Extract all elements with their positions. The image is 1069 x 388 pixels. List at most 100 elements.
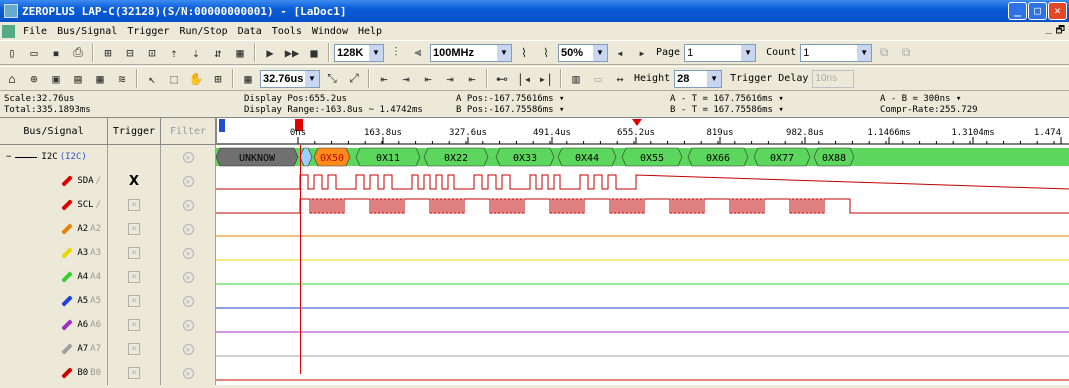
- waveform-area[interactable]: [216, 169, 1069, 193]
- chevron-down-icon[interactable]: ▼: [593, 44, 607, 61]
- mdi-restore-button[interactable]: 🗗: [1056, 23, 1065, 40]
- trigger-cell[interactable]: ✕: [108, 289, 161, 313]
- filter-cell[interactable]: ✕: [161, 289, 216, 313]
- waveform-area[interactable]: [216, 337, 1069, 361]
- trigger-edge-icon[interactable]: ⇡: [164, 43, 184, 63]
- waveform-area[interactable]: [216, 193, 1069, 217]
- menu-help[interactable]: Help: [353, 26, 387, 37]
- table-icon[interactable]: ▤: [68, 69, 88, 89]
- menu-file[interactable]: File: [18, 26, 52, 37]
- b-t-readout[interactable]: B - T = 167.75586ms ▾: [670, 105, 784, 115]
- menu-window[interactable]: Window: [307, 26, 353, 37]
- signal-name-cell[interactable]: A6 A6: [0, 313, 108, 337]
- b-pos-readout[interactable]: B Pos:-167.75586ms ▾: [456, 105, 564, 115]
- signal-name-cell[interactable]: SDA /: [0, 169, 108, 193]
- trigger-level-icon[interactable]: ⇣: [186, 43, 206, 63]
- mdi-minimize-button[interactable]: _: [1046, 23, 1052, 40]
- stop-icon[interactable]: ■: [304, 43, 324, 63]
- signal-row[interactable]: SDA / X ✕: [0, 169, 1069, 193]
- filter-cell[interactable]: ✕: [161, 217, 216, 241]
- print-icon[interactable]: ⎙: [68, 43, 88, 63]
- memory-depth-select[interactable]: 128K ▼: [334, 43, 384, 62]
- height-select[interactable]: 28 ▼: [674, 69, 723, 88]
- grid-icon[interactable]: ▦: [90, 69, 110, 89]
- threshold-icon[interactable]: ⫶: [386, 43, 406, 63]
- signal-row[interactable]: A6 A6 ✕ ✕: [0, 313, 1069, 337]
- cursor-c-icon[interactable]: ⇤: [418, 69, 438, 89]
- cursor-d-icon[interactable]: ⇥: [440, 69, 460, 89]
- zoom-icon[interactable]: ⊕: [24, 69, 44, 89]
- run-repeat-icon[interactable]: ▶▶: [282, 43, 302, 63]
- signal-row[interactable]: − I2C (I2C) ✕ UNKNOW 0X50 0X11 0X22 0X33 0X44 0X55…: [0, 145, 1069, 169]
- chevron-down-icon[interactable]: ▼: [497, 44, 511, 61]
- trigger-cell[interactable]: ✕: [108, 337, 161, 361]
- trigger-cell[interactable]: X: [108, 169, 161, 193]
- trigger-cell[interactable]: ✕: [108, 217, 161, 241]
- a-pos-readout[interactable]: A Pos:-167.75616ms ▾: [456, 94, 564, 104]
- chevron-down-icon[interactable]: ▼: [369, 44, 383, 61]
- search-next-icon[interactable]: ▸|: [536, 69, 556, 89]
- signal-row[interactable]: B0 B0 ✕ ✕: [0, 361, 1069, 385]
- filter-cell[interactable]: ✕: [161, 169, 216, 193]
- filter-cell[interactable]: ✕: [161, 145, 216, 169]
- page-prev-icon[interactable]: ◂: [610, 43, 630, 63]
- cursor-a-icon[interactable]: ⇤: [374, 69, 394, 89]
- chevron-down-icon[interactable]: ▼: [305, 70, 319, 87]
- zoom-out-icon[interactable]: ⤢: [344, 69, 364, 89]
- chevron-down-icon[interactable]: ▼: [741, 44, 756, 61]
- chevron-down-icon[interactable]: ▼: [707, 70, 722, 87]
- signal-name-cell[interactable]: A2 A2: [0, 217, 108, 241]
- signal-name-cell[interactable]: B0 B0: [0, 361, 108, 385]
- menu-bus-signal[interactable]: Bus/Signal: [52, 26, 122, 37]
- new-file-icon[interactable]: ▯: [2, 43, 22, 63]
- signal-name-cell[interactable]: − I2C (I2C): [0, 145, 108, 169]
- signal-tool-icon[interactable]: ⊟: [120, 43, 140, 63]
- maximize-button[interactable]: □: [1028, 2, 1047, 20]
- menu-trigger[interactable]: Trigger: [122, 26, 174, 37]
- measure-icon[interactable]: ⊞: [208, 69, 228, 89]
- document-icon[interactable]: [2, 24, 15, 38]
- page-select[interactable]: 1 ▼: [684, 43, 757, 62]
- waveform-area[interactable]: [216, 289, 1069, 313]
- save-icon[interactable]: ▪: [46, 43, 66, 63]
- report-icon[interactable]: ▥: [566, 69, 586, 89]
- trigger-header[interactable]: Trigger: [108, 118, 161, 145]
- clock-external-icon[interactable]: ⌇: [514, 43, 534, 63]
- zoom-menu-icon[interactable]: ▦: [238, 69, 258, 89]
- menu-run-stop[interactable]: Run/Stop: [174, 26, 232, 37]
- trigger-cell[interactable]: ✕: [108, 193, 161, 217]
- filter-header[interactable]: Filter: [161, 118, 216, 145]
- trigger-cell[interactable]: ✕: [108, 361, 161, 385]
- signal-name-cell[interactable]: A3 A3: [0, 241, 108, 265]
- zoom-in-icon[interactable]: ⤡: [322, 69, 342, 89]
- pointer-icon[interactable]: ↖: [142, 69, 162, 89]
- settings-grid-icon[interactable]: ▦: [230, 43, 250, 63]
- signal-name-cell[interactable]: A5 A5: [0, 289, 108, 313]
- run-icon[interactable]: ▶: [260, 43, 280, 63]
- bus-signal-header[interactable]: Bus/Signal: [0, 118, 108, 145]
- menu-data[interactable]: Data: [233, 26, 267, 37]
- channel-icon[interactable]: ⫷: [408, 43, 428, 63]
- sample-rate-select[interactable]: 100MHz ▼: [430, 43, 512, 62]
- binoculars-icon[interactable]: ⊷: [492, 69, 512, 89]
- trigger-cursor-line[interactable]: [300, 145, 301, 374]
- filter-cell[interactable]: ✕: [161, 193, 216, 217]
- select-icon[interactable]: ⬚: [164, 69, 184, 89]
- filter-cell[interactable]: ✕: [161, 337, 216, 361]
- search-prev-icon[interactable]: |◂: [514, 69, 534, 89]
- waveform-area[interactable]: [216, 217, 1069, 241]
- waveform-icon[interactable]: ≋: [112, 69, 132, 89]
- signal-row[interactable]: A2 A2 ✕ ✕: [0, 217, 1069, 241]
- time-ruler[interactable]: 0ns 163.8us 327.6us 491.4us 655.2us 819us 982.…: [216, 118, 1069, 145]
- signal-row[interactable]: A7 A7 ✕ ✕: [0, 337, 1069, 361]
- waveform-area[interactable]: [216, 241, 1069, 265]
- waveform-area[interactable]: UNKNOW 0X50 0X11 0X22 0X33 0X44 0X55 0X66 0X77 0X…: [215, 145, 1069, 169]
- packet-tool-icon[interactable]: ⊡: [142, 43, 162, 63]
- minimize-button[interactable]: _: [1008, 2, 1027, 20]
- waveform-area[interactable]: [216, 265, 1069, 289]
- filter-cell[interactable]: ✕: [161, 265, 216, 289]
- trigger-cell[interactable]: ✕: [108, 241, 161, 265]
- page-next-icon[interactable]: ▸: [632, 43, 652, 63]
- cursor-e-icon[interactable]: ⇤: [462, 69, 482, 89]
- filter-cell[interactable]: ✕: [161, 361, 216, 385]
